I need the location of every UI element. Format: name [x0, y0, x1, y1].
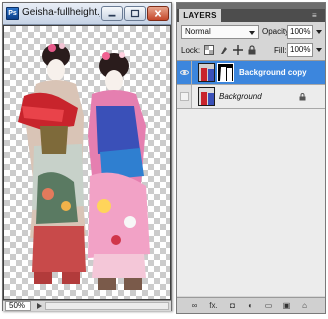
layers-list: Background copy Background: [177, 60, 325, 296]
photoshop-icon: Ps: [6, 7, 19, 20]
close-icon: [154, 9, 162, 18]
lock-position-icon[interactable]: [233, 45, 243, 55]
horizontal-scrollbar[interactable]: [45, 302, 169, 310]
layer-thumbnail[interactable]: [198, 87, 215, 106]
layer-visibility-toggle[interactable]: [177, 85, 192, 108]
tab-layers[interactable]: LAYERS: [179, 9, 221, 22]
layer-name: Background copy: [239, 68, 307, 77]
close-button[interactable]: [147, 6, 169, 21]
document-window: Ps Geisha-fullheight.jpg @ 5...: [2, 2, 172, 311]
new-group-icon[interactable]: ▭: [263, 301, 274, 311]
status-menu-arrow-icon[interactable]: [37, 303, 42, 309]
layer-mask-thumbnail[interactable]: [217, 63, 234, 82]
layers-footer: ∞ fx. ◘ ◐ ▭ ▣ ⌂: [177, 297, 325, 313]
minimize-button[interactable]: [101, 6, 123, 21]
link-layers-icon[interactable]: ∞: [189, 301, 200, 311]
fill-field[interactable]: 100%: [287, 43, 313, 57]
lock-all-icon[interactable]: [247, 45, 257, 55]
panel-tab-bar: LAYERS ≡: [177, 9, 325, 22]
layer-row-background[interactable]: Background: [177, 85, 325, 109]
fill-label: Fill:: [274, 46, 287, 55]
blend-mode-select[interactable]: Normal: [181, 25, 259, 39]
delete-layer-icon[interactable]: ⌂: [299, 301, 310, 311]
chevron-down-icon: [249, 31, 255, 35]
panel-menu-icon[interactable]: ≡: [312, 11, 322, 20]
new-layer-icon[interactable]: ▣: [281, 301, 292, 311]
eye-icon: [180, 70, 189, 75]
adjustment-layer-icon[interactable]: ◐: [245, 301, 256, 311]
add-mask-icon[interactable]: ◘: [227, 301, 238, 311]
document-titlebar[interactable]: Ps Geisha-fullheight.jpg @ 5...: [3, 3, 171, 25]
lock-transparent-pixels-icon[interactable]: [204, 45, 214, 55]
visibility-checkbox-icon: [180, 92, 189, 101]
maximize-icon: [130, 9, 140, 18]
layer-visibility-toggle[interactable]: [177, 61, 192, 84]
document-status-bar: 50%: [3, 300, 171, 311]
lock-row: Lock: Fill: 100%: [179, 43, 325, 58]
blend-mode-value: Normal: [185, 27, 211, 36]
fill-dropdown-icon[interactable]: [316, 48, 322, 52]
layer-row-background-copy[interactable]: Background copy: [177, 61, 325, 85]
lock-icon: [299, 93, 306, 101]
layers-panel: LAYERS ≡ Normal Opacity: 100% Lock: Fill…: [176, 2, 326, 314]
opacity-field[interactable]: 100%: [287, 25, 313, 39]
fx-icon[interactable]: fx.: [207, 301, 220, 311]
geisha-photo: [18, 43, 150, 290]
blend-row: Normal Opacity: 100%: [179, 25, 325, 40]
document-title: Geisha-fullheight.jpg @ 5...: [22, 7, 100, 18]
zoom-field[interactable]: 50%: [5, 301, 31, 311]
minimize-icon: [108, 14, 116, 17]
lock-image-pixels-icon[interactable]: [219, 45, 229, 55]
document-canvas[interactable]: [4, 26, 170, 299]
opacity-dropdown-icon[interactable]: [316, 30, 322, 34]
layer-thumbnail[interactable]: [198, 63, 215, 82]
layer-name: Background: [219, 92, 262, 101]
maximize-button[interactable]: [124, 6, 146, 21]
lock-label: Lock:: [181, 46, 201, 55]
